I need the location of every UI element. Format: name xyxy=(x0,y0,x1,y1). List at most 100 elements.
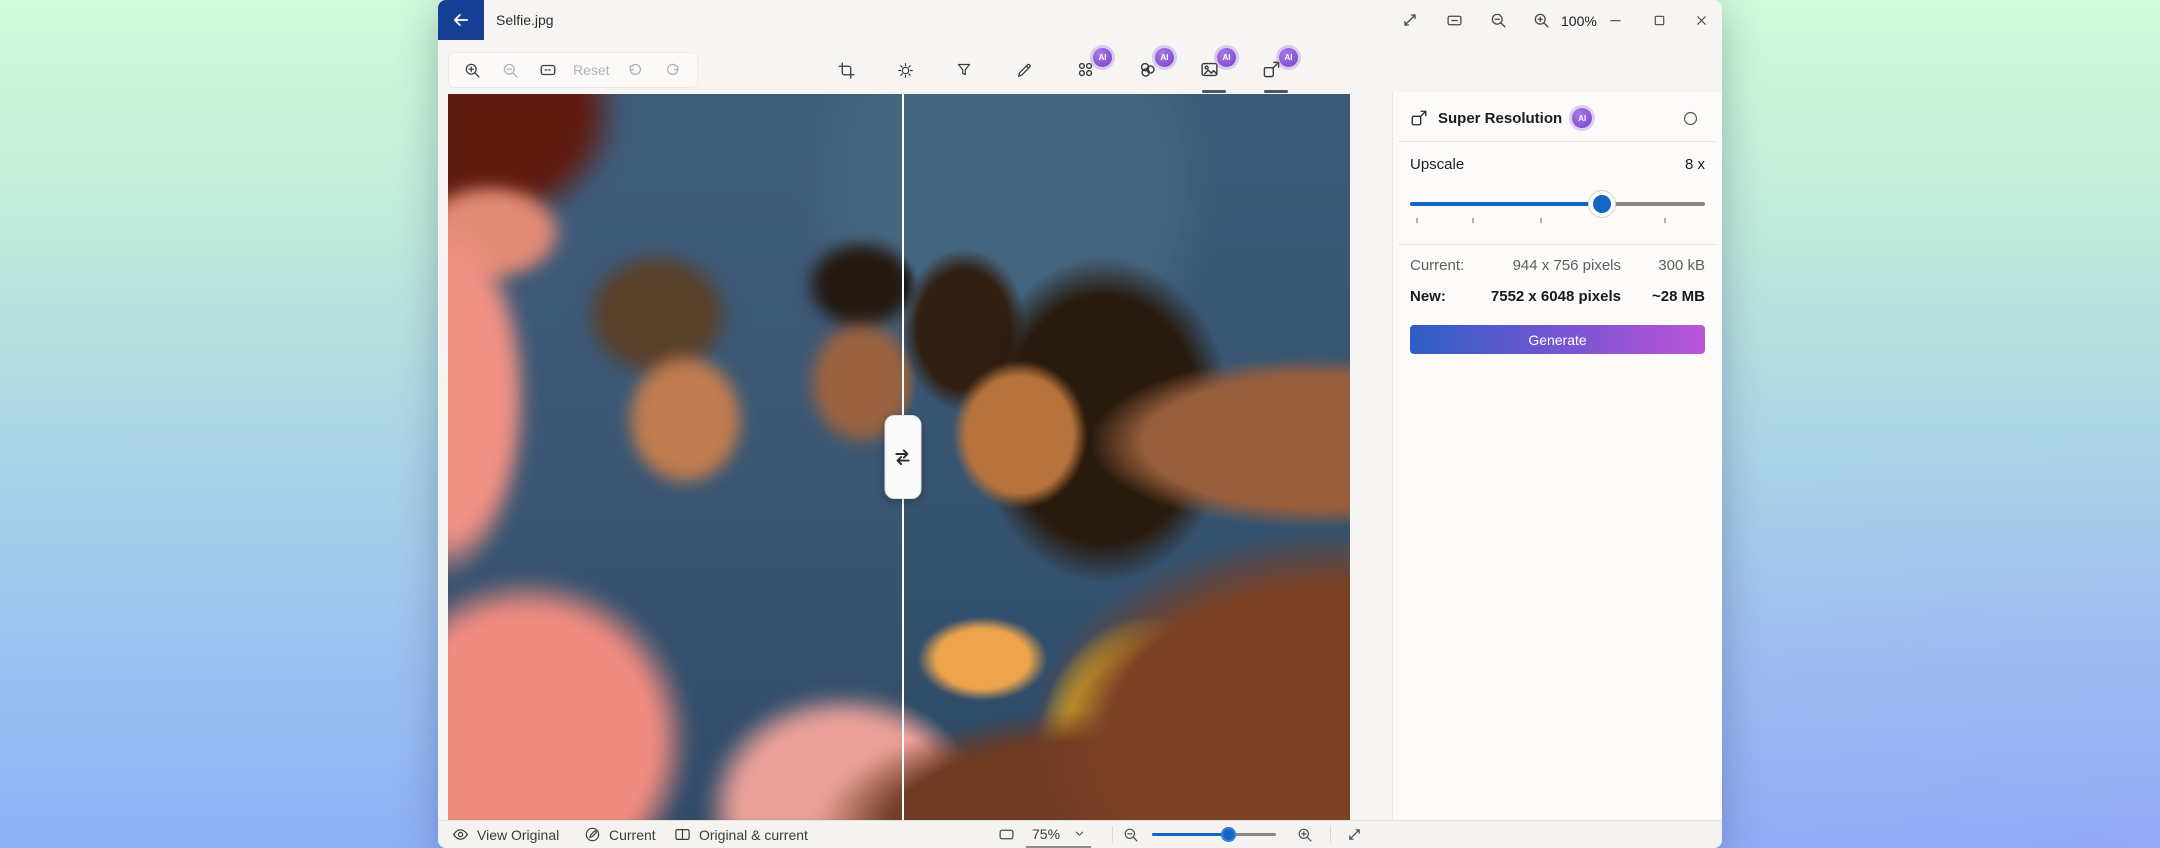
toggle-fullscreen-button[interactable] xyxy=(1393,4,1427,36)
fullscreen-icon xyxy=(1402,12,1418,28)
generative-erase-tool-button[interactable]: AI xyxy=(1068,52,1112,88)
new-feature-indicator xyxy=(1202,90,1226,93)
zoom-out-icon xyxy=(1490,12,1507,29)
zoom-in-button[interactable] xyxy=(1524,4,1558,36)
current-tab[interactable]: Current xyxy=(580,821,660,848)
new-dimensions: 7552 x 6048 pixels xyxy=(1491,288,1621,305)
fit-to-window-icon xyxy=(539,61,557,79)
filter-tool-button[interactable] xyxy=(944,52,984,88)
zoom-in-icon xyxy=(464,62,481,79)
slider-fill xyxy=(1152,833,1228,836)
zoom-percent-combobox[interactable]: 75% xyxy=(1026,821,1091,848)
panel-title: Super Resolution xyxy=(1438,110,1562,127)
fit-to-window-icon xyxy=(1446,12,1463,29)
fit-to-window-icon xyxy=(998,826,1015,843)
super-resolution-panel: Super Resolution AI Upscale 8 x xyxy=(1392,92,1722,848)
zoom-percent-value: 75% xyxy=(1032,826,1060,842)
image-canvas xyxy=(448,94,1350,820)
window-title: Selfie.jpg xyxy=(496,12,554,28)
crop-tool-button[interactable] xyxy=(826,52,866,88)
canvas-zoom-in-button[interactable] xyxy=(455,55,489,85)
reset-label: Reset xyxy=(569,62,614,78)
ai-badge: AI xyxy=(1572,108,1592,128)
slider-tick xyxy=(1664,218,1666,223)
view-original-tab[interactable]: View Original xyxy=(448,821,563,848)
desktop-background: Selfie.jpg 100% xyxy=(0,0,2160,848)
edit-toolbar: Reset xyxy=(438,48,1722,92)
ai-badge: AI xyxy=(1155,48,1174,67)
slider-tick xyxy=(1540,218,1542,223)
swap-comparison-button[interactable] xyxy=(884,415,921,499)
generate-label: Generate xyxy=(1528,332,1586,348)
view-original-label: View Original xyxy=(477,827,559,843)
ai-badge: AI xyxy=(1217,48,1236,67)
zoom-in-icon xyxy=(1297,827,1313,843)
super-resolution-tool-button[interactable]: AI xyxy=(1254,52,1298,88)
markup-tool-button[interactable] xyxy=(1004,52,1044,88)
new-file-size: ~28 MB xyxy=(1621,288,1705,305)
canvas-zoom-out-button[interactable] xyxy=(1116,821,1146,848)
back-arrow-icon xyxy=(452,11,470,29)
filter-icon xyxy=(956,62,972,78)
current-info-row: Current: 944 x 756 pixels 300 kB xyxy=(1410,257,1705,274)
zoom-level-value: 100% xyxy=(1561,13,1597,29)
upscale-slider[interactable] xyxy=(1410,194,1705,214)
back-button[interactable] xyxy=(438,0,484,40)
current-dimensions: 944 x 756 pixels xyxy=(1513,257,1621,274)
zoom-out-button[interactable] xyxy=(1481,4,1515,36)
new-label: New: xyxy=(1410,288,1446,305)
undo-icon xyxy=(627,62,643,78)
adjustment-sun-icon xyxy=(897,62,914,79)
maximize-icon xyxy=(1652,13,1667,28)
current-file-size: 300 kB xyxy=(1621,257,1705,274)
panel-header: Super Resolution AI xyxy=(1410,102,1705,134)
fit-to-window-button[interactable] xyxy=(1437,4,1471,36)
new-info-row: New: 7552 x 6048 pixels ~28 MB xyxy=(1410,288,1705,305)
feedback-button[interactable] xyxy=(1675,103,1705,133)
fullscreen-button[interactable] xyxy=(1338,821,1370,848)
upscale-value: 8 x xyxy=(1685,156,1705,173)
upscale-label: Upscale xyxy=(1410,156,1464,173)
swap-horizontal-icon xyxy=(892,446,914,468)
original-and-current-tab[interactable]: Original & current xyxy=(670,821,812,848)
canvas-zoom-in-button[interactable] xyxy=(1290,821,1320,848)
panel-divider xyxy=(1398,244,1717,245)
current-label: Current xyxy=(609,827,656,843)
fullscreen-icon xyxy=(1347,827,1362,842)
ai-badge: AI xyxy=(1279,48,1298,67)
minimize-icon xyxy=(1608,13,1623,28)
zoom-out-icon xyxy=(1123,827,1139,843)
close-icon xyxy=(1694,13,1709,28)
markup-pen-icon xyxy=(1016,62,1033,79)
eye-icon xyxy=(452,826,469,843)
slider-tick xyxy=(1416,218,1418,223)
slider-tick xyxy=(1472,218,1474,223)
selected-tool-indicator xyxy=(1264,90,1288,93)
split-view-icon xyxy=(674,826,691,843)
canvas-zoom-out-button[interactable] xyxy=(493,55,527,85)
canvas-zoom-slider[interactable] xyxy=(1152,833,1276,836)
original-and-current-label: Original & current xyxy=(699,827,808,843)
super-resolution-icon xyxy=(1410,109,1428,127)
current-edit-icon xyxy=(584,826,601,843)
statusbar-divider xyxy=(1330,826,1331,843)
fit-canvas-button[interactable] xyxy=(531,55,565,85)
maximize-button[interactable] xyxy=(1642,4,1676,36)
fit-to-screen-button[interactable] xyxy=(990,821,1022,848)
restyle-image-tool-button[interactable]: AI xyxy=(1130,52,1174,88)
redo-button[interactable] xyxy=(656,55,690,85)
titlebar: Selfie.jpg 100% xyxy=(438,0,1722,40)
redo-icon xyxy=(665,62,681,78)
generate-button[interactable]: Generate xyxy=(1410,325,1705,354)
zoom-out-icon xyxy=(502,62,519,79)
minimize-button[interactable] xyxy=(1598,4,1632,36)
background-ai-tool-button[interactable]: AI xyxy=(1192,52,1236,88)
slider-thumb[interactable] xyxy=(1221,827,1236,842)
close-button[interactable] xyxy=(1684,4,1718,36)
reset-button[interactable]: Reset xyxy=(569,55,614,85)
undo-button[interactable] xyxy=(618,55,652,85)
crop-icon xyxy=(838,62,855,79)
adjustment-tool-button[interactable] xyxy=(885,52,925,88)
chevron-down-icon xyxy=(1074,828,1085,839)
slider-thumb[interactable] xyxy=(1593,195,1611,213)
